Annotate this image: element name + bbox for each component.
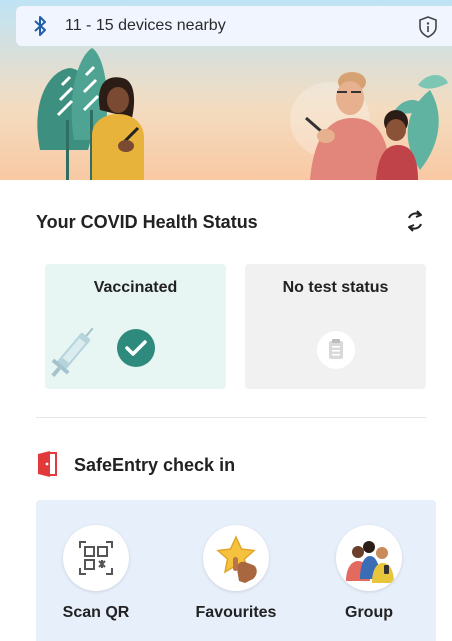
favourites-label: Favourites [195, 604, 277, 621]
scan-qr-label: Scan QR [62, 604, 130, 621]
vaccinated-label: Vaccinated [93, 279, 178, 296]
check-circle-icon [116, 328, 156, 373]
refresh-icon[interactable] [404, 208, 426, 234]
bluetooth-status-bar[interactable]: 11 - 15 devices nearby [16, 6, 452, 46]
test-status-label: No test status [282, 279, 389, 296]
shield-info-icon[interactable] [417, 15, 439, 39]
group-icon [336, 525, 402, 591]
health-status-title: Your COVID Health Status [36, 212, 258, 232]
test-status-card[interactable]: No test status [245, 264, 426, 389]
favourites-button[interactable]: Favourites [177, 520, 297, 635]
bluetooth-icon [32, 15, 48, 37]
safeentry-actions-panel: Scan QR Favourites Group [36, 500, 436, 641]
star-icon [203, 525, 269, 591]
clipboard-icon [316, 330, 356, 375]
syringe-icon [45, 324, 107, 389]
vaccinated-card[interactable]: Vaccinated [45, 264, 226, 389]
door-checkin-icon [36, 450, 62, 478]
section-divider [36, 417, 426, 418]
group-label: Group [345, 604, 393, 621]
devices-nearby-text: 11 - 15 devices nearby [65, 17, 226, 34]
group-button[interactable]: Group [310, 520, 430, 635]
scan-qr-button[interactable]: Scan QR [37, 520, 157, 635]
qr-scan-icon [63, 525, 129, 591]
safeentry-title: SafeEntry check in [74, 455, 236, 475]
